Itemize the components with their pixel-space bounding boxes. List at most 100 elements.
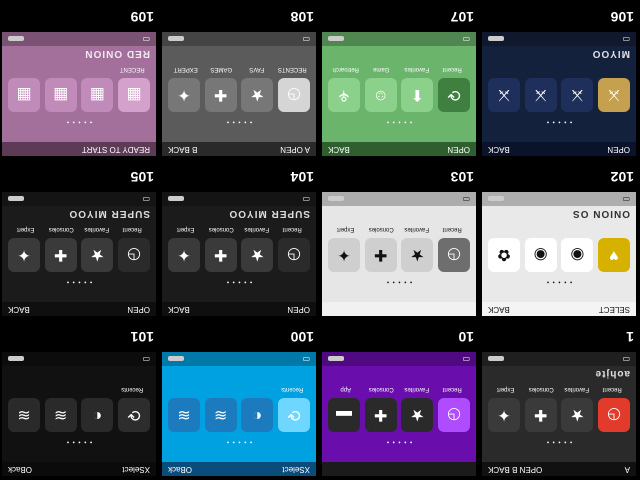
tile[interactable]: ▦: [118, 78, 150, 112]
header-primary: XSelect: [122, 465, 150, 474]
status-pill: [328, 36, 344, 42]
tile[interactable]: ≋: [204, 398, 237, 432]
header-left: READY TO START: [82, 142, 150, 156]
tile[interactable]: ◷: [598, 398, 630, 432]
theme-thumb[interactable]: OPEN BACK SUPER MIYOO ◷ ★ ✚ ✦ Recent Favorites Co…: [2, 192, 156, 316]
tile-label: Consoles: [48, 226, 74, 232]
theme-cell[interactable]: READY TO START RED ONION ▦ ▦ ▦ ▦ RECENT • • • •…: [2, 2, 160, 160]
tile[interactable]: ▦: [81, 78, 114, 112]
tile[interactable]: ◐: [241, 398, 274, 432]
tile[interactable]: ☺: [364, 78, 397, 112]
theme-cell[interactable]: A OPEN B BACK ◷ ★ ✚ ✦ RECENTS FAVS GAMES EXPERT • …: [162, 2, 320, 160]
tile[interactable]: ⚔: [561, 78, 594, 112]
tile-icon: ◷: [447, 406, 461, 423]
tile[interactable]: ★: [401, 398, 434, 432]
tile[interactable]: ✦: [168, 78, 201, 112]
tile[interactable]: ◷: [118, 238, 150, 272]
tile[interactable]: ⟳: [278, 398, 310, 432]
theme-cell[interactable]: SELECT BACK ONION OS ♥ ◉ ◉ ✿ • • • • • ▭ 102: [482, 162, 640, 320]
theme-thumb[interactable]: ◷ ★ ✚ ▬ Recent Favorites Consoles App • • • • • ▭: [322, 352, 476, 476]
battery-icon: ▭: [302, 355, 310, 364]
tile[interactable]: ◷: [438, 398, 470, 432]
tile[interactable]: ◷: [278, 238, 310, 272]
tile[interactable]: ✚: [44, 238, 77, 272]
theme-thumb[interactable]: XSelect OBack ⟳ ◐ ≋ ≋ Recents • • • • • ▭: [162, 352, 316, 476]
theme-thumb[interactable]: OPEN BACK ⟳ ⬆ ☺ ⚘ Recent Favorites Game Retroarch…: [322, 32, 476, 156]
tile[interactable]: ◉: [524, 238, 557, 272]
tile[interactable]: ◐: [81, 398, 114, 432]
theme-grid: A OPEN B BACK aohjte ◷ ★ ✚ ✦ Recent Favorites Con…: [0, 0, 640, 480]
theme-thumb[interactable]: OPEN BACK SUPER MIYOO ◷ ★ ✚ ✦ Recent Favorites Co…: [162, 192, 316, 316]
theme-thumb[interactable]: A OPEN B BACK aohjte ◷ ★ ✚ ✦ Recent Favorites Con…: [482, 352, 636, 476]
tile[interactable]: ✦: [328, 238, 361, 272]
theme-cell[interactable]: OPEN BACK MIYOO ⚔ ⚔ ⚔ ⚔ • • • • • ▭ 106: [482, 2, 640, 160]
battery-icon: ▭: [462, 35, 470, 44]
tile-icon: ≋: [213, 406, 228, 423]
tile[interactable]: ✚: [204, 78, 237, 112]
tile[interactable]: ⬆: [401, 78, 434, 112]
tile-icon: ✚: [373, 246, 388, 263]
status-pill: [168, 196, 184, 202]
tile[interactable]: ♥: [598, 238, 630, 272]
tile[interactable]: ◉: [561, 238, 594, 272]
tile[interactable]: ▦: [8, 78, 41, 112]
tile[interactable]: ★: [241, 238, 274, 272]
theme-cell[interactable]: OPEN BACK ⟳ ⬆ ☺ ⚘ Recent Favorites Game Retroarch…: [322, 2, 480, 160]
theme-cell[interactable]: XSelect OBack ⟳ ◐ ≋ ≋ Recents • • • • • ▭ 100: [162, 322, 320, 480]
tile[interactable]: ⚔: [524, 78, 557, 112]
theme-cell[interactable]: OPEN BACK SUPER MIYOO ◷ ★ ✚ ✦ Recent Favorites Co…: [162, 162, 320, 320]
tile[interactable]: ✦: [168, 238, 201, 272]
tile[interactable]: ✿: [488, 238, 521, 272]
tile[interactable]: ✚: [364, 238, 397, 272]
tile[interactable]: ≋: [168, 398, 201, 432]
tile[interactable]: ✦: [488, 398, 521, 432]
theme-cell[interactable]: ◷ ★ ✚ ✦ Recent Favorites Consoles Expert • • • •…: [322, 162, 480, 320]
tile[interactable]: ⚘: [328, 78, 361, 112]
theme-thumb[interactable]: XSelect OBack ⟳ ◐ ≋ ≋ Recents • • • • • ▭: [2, 352, 156, 476]
brand-wordmark: SUPER MIYOO: [228, 208, 310, 219]
tile[interactable]: ≋: [44, 398, 77, 432]
header-primary: SELECT: [598, 305, 630, 314]
theme-thumb[interactable]: SELECT BACK ONION OS ♥ ◉ ◉ ✿ • • • • • ▭: [482, 192, 636, 316]
theme-cell[interactable]: A OPEN B BACK aohjte ◷ ★ ✚ ✦ Recent Favorites Con…: [482, 322, 640, 480]
page-dots: • • • • •: [225, 118, 253, 124]
header-right: BACK: [8, 302, 30, 316]
tile[interactable]: ▬: [328, 398, 361, 432]
theme-footer: ▭: [162, 352, 316, 366]
tile[interactable]: ✦: [8, 238, 41, 272]
theme-cell[interactable]: OPEN BACK SUPER MIYOO ◷ ★ ✚ ✦ Recent Favorites Co…: [2, 162, 160, 320]
tile[interactable]: ▦: [44, 78, 77, 112]
theme-cell[interactable]: XSelect OBack ⟳ ◐ ≋ ≋ Recents • • • • • ▭ 101: [2, 322, 160, 480]
tile-label: App: [340, 386, 352, 392]
tile[interactable]: ⚔: [598, 78, 630, 112]
tile[interactable]: ✚: [524, 398, 557, 432]
theme-cell[interactable]: ◷ ★ ✚ ▬ Recent Favorites Consoles App • • • • • ▭…: [322, 322, 480, 480]
theme-thumb[interactable]: READY TO START RED ONION ▦ ▦ ▦ ▦ RECENT • • • •…: [2, 32, 156, 156]
theme-thumb[interactable]: OPEN BACK MIYOO ⚔ ⚔ ⚔ ⚔ • • • • • ▭: [482, 32, 636, 156]
theme-number: 109: [130, 9, 154, 25]
battery-icon: ▭: [302, 35, 310, 44]
tile-icon: ◷: [287, 86, 301, 103]
tile-icon: ✚: [53, 246, 68, 263]
tile[interactable]: ⟳: [118, 398, 150, 432]
theme-thumb[interactable]: ◷ ★ ✚ ✦ Recent Favorites Consoles Expert • • • •…: [322, 192, 476, 316]
tile[interactable]: ✚: [204, 238, 237, 272]
tile[interactable]: ⟳: [438, 78, 470, 112]
tile[interactable]: ✚: [364, 398, 397, 432]
tile[interactable]: ★: [401, 238, 434, 272]
tile[interactable]: ★: [81, 238, 114, 272]
theme-number: 108: [290, 9, 314, 25]
theme-thumb[interactable]: A OPEN B BACK ◷ ★ ✚ ✦ RECENTS FAVS GAMES EXPERT • …: [162, 32, 316, 156]
tile[interactable]: ★: [561, 398, 594, 432]
header-primary: A OPEN: [280, 145, 310, 154]
tile[interactable]: ⚔: [488, 78, 521, 112]
tile-labels: Recent Favorites Game Retroarch: [328, 66, 470, 72]
tile[interactable]: ◷: [438, 238, 470, 272]
tile[interactable]: ★: [241, 78, 274, 112]
header-primary: OPEN: [287, 305, 310, 314]
header-left: SELECT: [599, 302, 630, 316]
battery-icon: ▭: [622, 195, 630, 204]
tile[interactable]: ◷: [278, 78, 310, 112]
tile[interactable]: ≋: [8, 398, 41, 432]
tile-label: [204, 386, 240, 392]
